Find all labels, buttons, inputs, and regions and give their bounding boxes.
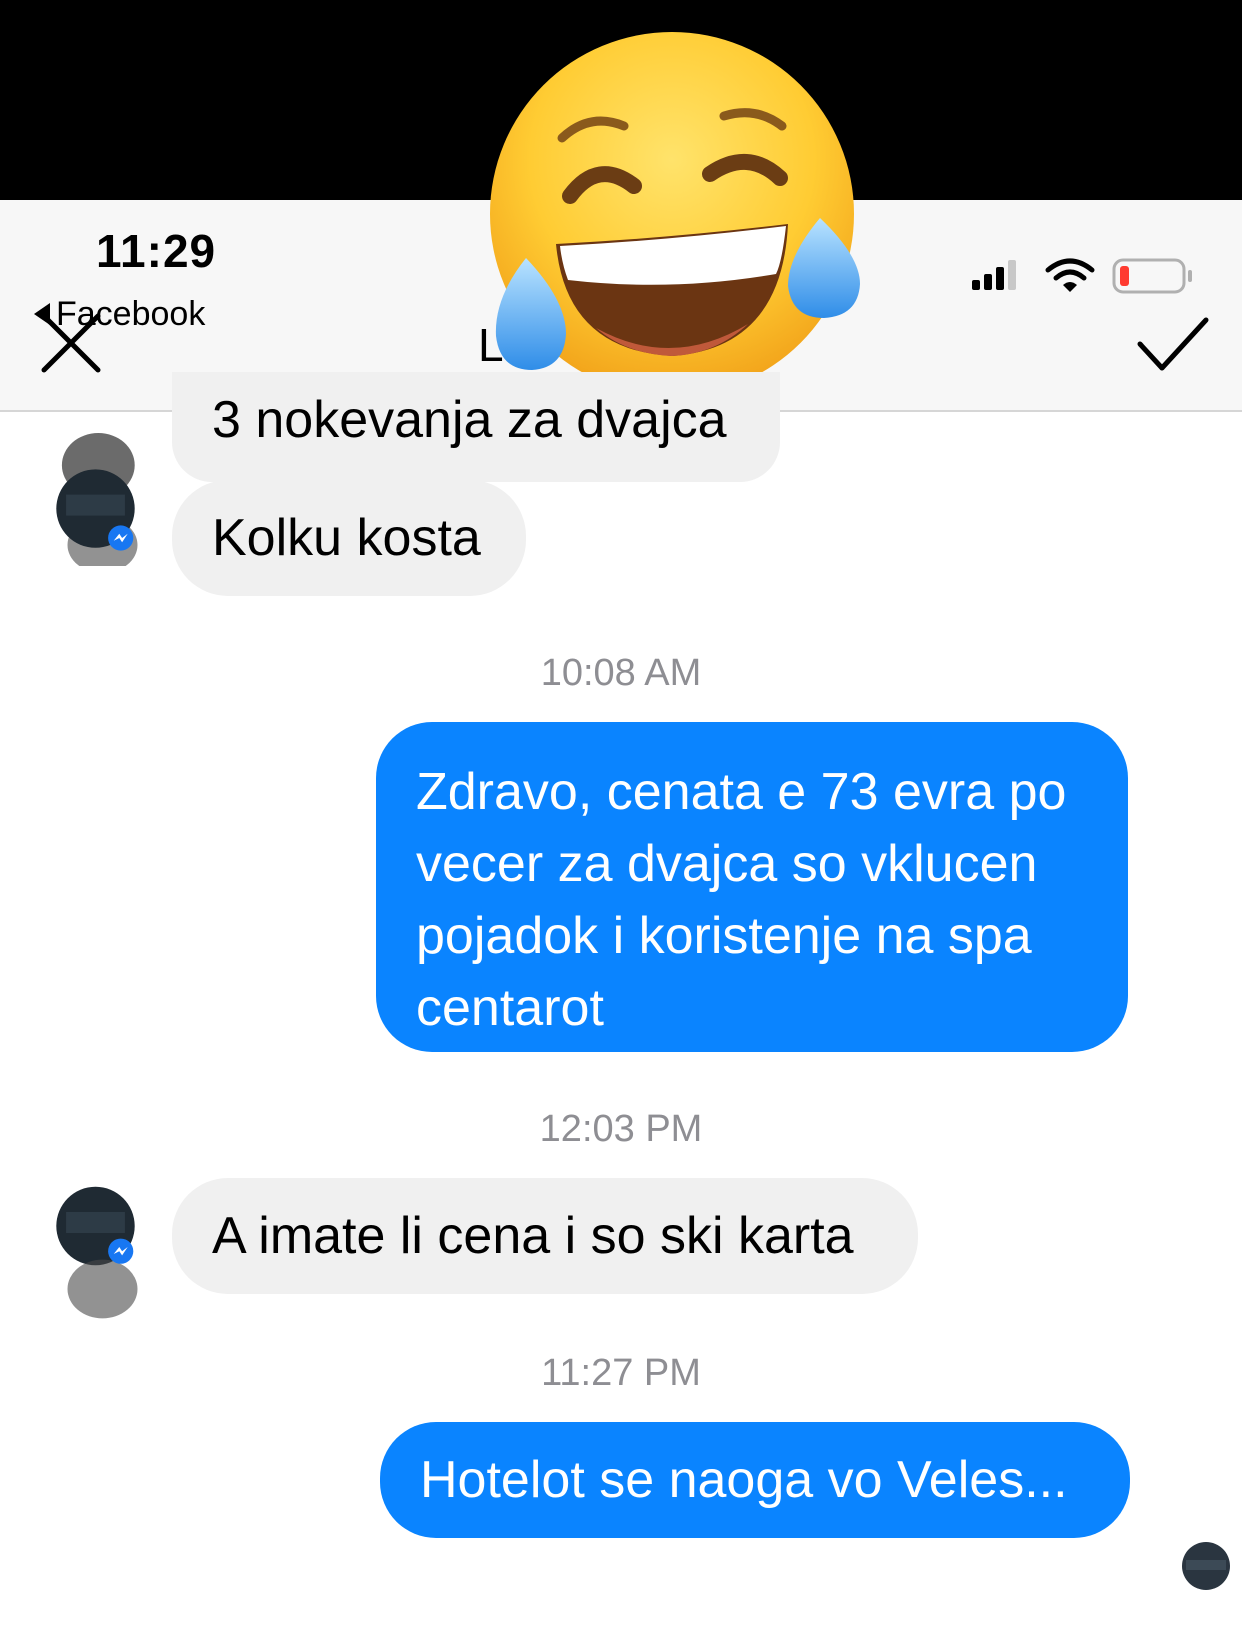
- messenger-screenshot: 11:29 Facebook L 3 nokevanja za dvajca K…: [0, 0, 1242, 1630]
- outgoing-message[interactable]: Zdravo, cenata e 73 evra po vecer za dva…: [376, 722, 1128, 1052]
- contact-avatar[interactable]: [34, 426, 164, 566]
- message-thread: 3 nokevanja za dvajca Kolku kosta 10:08 …: [0, 372, 1242, 1630]
- incoming-message[interactable]: 3 nokevanja za dvajca: [172, 372, 780, 482]
- timestamp: 12:03 PM: [539, 1108, 703, 1150]
- signal-icon: [972, 260, 1016, 290]
- message-text: Kolku kosta: [212, 509, 481, 567]
- message-text: A imate li cena i so ski karta: [212, 1207, 854, 1265]
- checkmark-icon[interactable]: [1132, 310, 1212, 380]
- laughing-emoji-icon: [490, 32, 860, 396]
- close-icon[interactable]: [36, 310, 106, 376]
- message-text: 3 nokevanja za dvajca: [212, 391, 727, 449]
- timestamp: 11:27 PM: [541, 1352, 701, 1394]
- battery-icon: [1112, 258, 1192, 294]
- wifi-icon: [1045, 258, 1095, 292]
- message-line: vecer za dvajca so vklucen: [416, 835, 1038, 893]
- status-icons: [972, 258, 1192, 294]
- timestamp: 10:08 AM: [540, 652, 702, 694]
- outgoing-message[interactable]: Hotelot se naoga vo Veles...: [380, 1422, 1130, 1538]
- incoming-message[interactable]: A imate li cena i so ski karta: [172, 1178, 918, 1294]
- message-line: Zdravo, cenata e 73 evra po: [416, 763, 1067, 821]
- message-line: centarot: [416, 979, 604, 1037]
- message-line: pojadok i koristenje na spa: [416, 907, 1032, 965]
- incoming-message[interactable]: Kolku kosta: [172, 480, 526, 596]
- message-text: Hotelot se naoga vo Veles...: [420, 1451, 1068, 1509]
- status-time: 11:29: [96, 225, 217, 277]
- contact-avatar[interactable]: [34, 1184, 164, 1324]
- seen-receipt-avatar: [1182, 1542, 1230, 1590]
